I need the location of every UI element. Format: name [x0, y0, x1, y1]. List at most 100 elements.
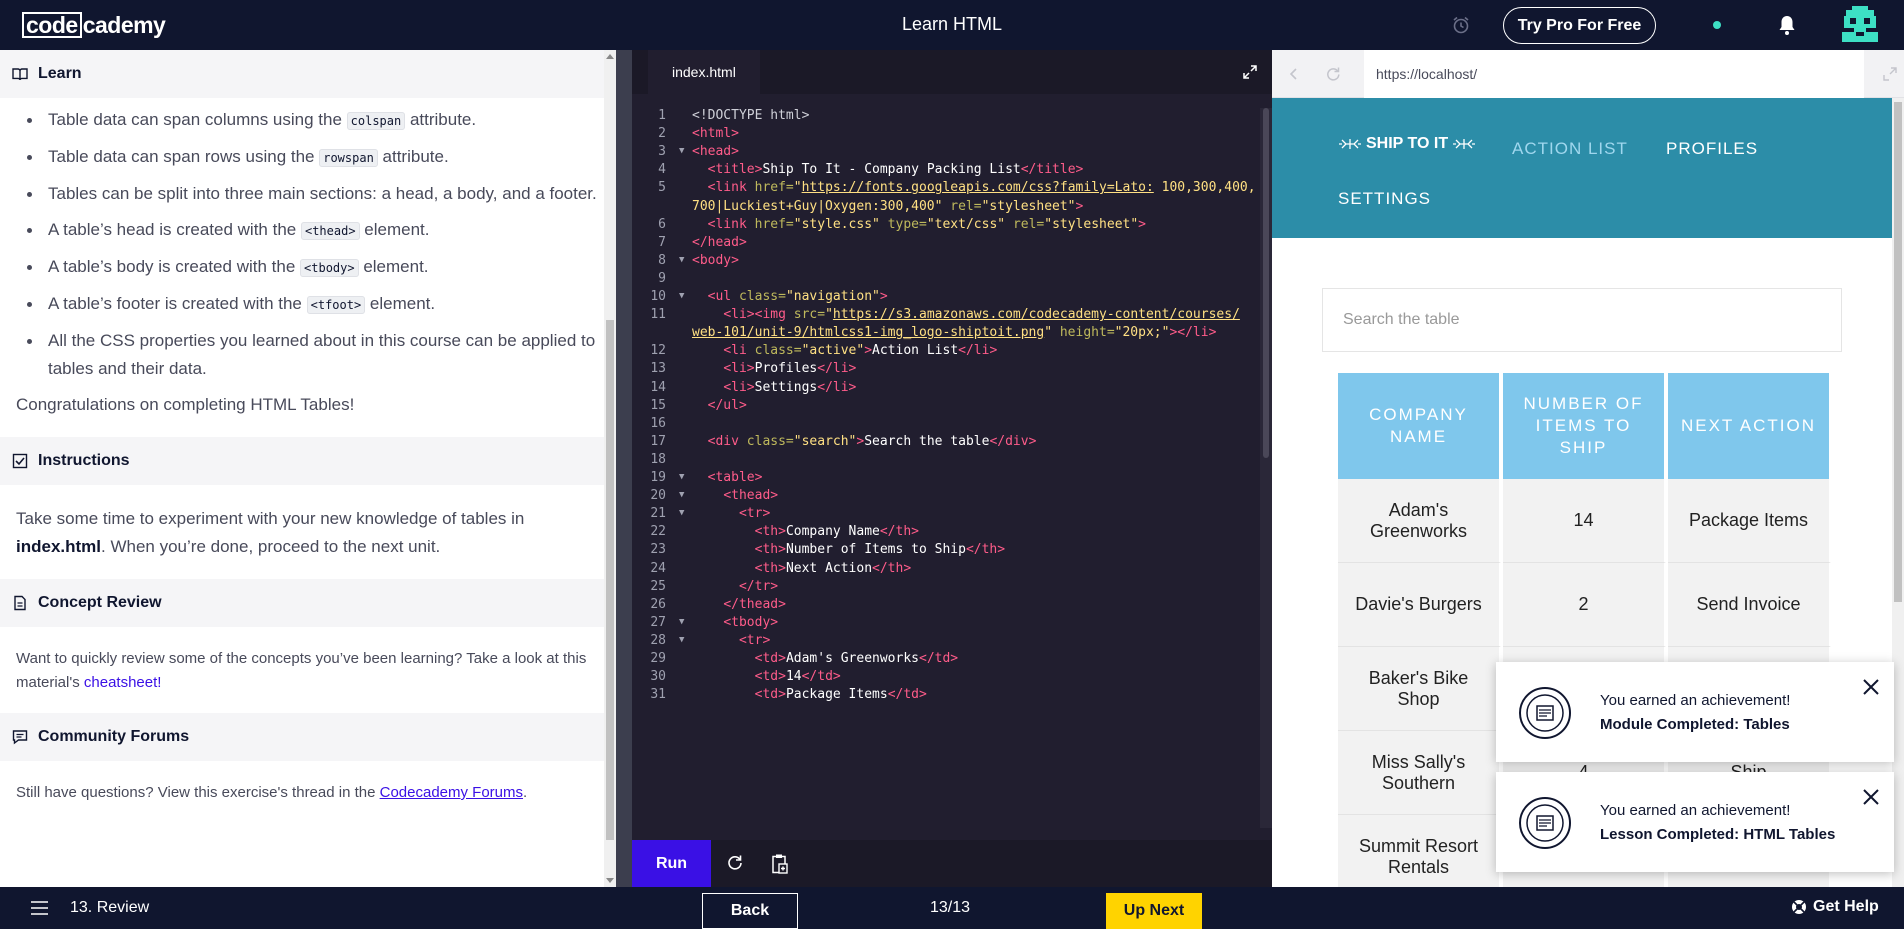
code-line[interactable]: <title>Ship To It - Company Packing List… [692, 162, 1084, 177]
popout-icon[interactable] [1882, 66, 1898, 82]
code-area[interactable]: 1 <!DOCTYPE html> 2 <html> 3 ▼ <head> 4 <title>… [632, 108, 1260, 828]
code-line[interactable]: <ul class="navigation"> [692, 289, 888, 304]
ship-to-it-logo[interactable]: SHIP TO IT [1338, 135, 1476, 153]
summary-item: A table’s head is created with the <thea… [16, 216, 600, 245]
line-number: 11 [650, 307, 666, 323]
pane-divider[interactable] [616, 50, 632, 887]
code-line[interactable]: <td>Package Items</td> [692, 687, 927, 702]
code-line[interactable]: <th>Number of Items to Ship</th> [692, 542, 1005, 557]
preview-url-bar: https://localhost/ [1272, 50, 1904, 98]
menu-icon[interactable] [31, 901, 48, 915]
fold-arrow-icon[interactable]: ▼ [679, 291, 684, 301]
achievement-toast: You earned an achievement! Lesson Comple… [1496, 772, 1894, 872]
try-pro-button[interactable]: Try Pro For Free [1503, 7, 1656, 44]
code-line[interactable]: <thead> [692, 488, 778, 503]
community-forums-section-header[interactable]: Community Forums [0, 713, 616, 761]
scroll-down-arrow[interactable] [606, 878, 614, 883]
code-line[interactable]: <li>Profiles</li> [692, 361, 856, 376]
lesson-name[interactable]: 13. Review [70, 899, 149, 917]
code-line[interactable]: <html> [692, 126, 739, 141]
clipboard-icon[interactable] [770, 853, 790, 875]
avatar[interactable] [1840, 4, 1880, 46]
fold-arrow-icon[interactable]: ▼ [679, 617, 684, 627]
expand-icon[interactable] [1242, 64, 1258, 80]
editor-tab-bar: index.html [632, 50, 1272, 94]
up-next-button[interactable]: Up Next [1106, 893, 1202, 929]
fold-arrow-icon[interactable]: ▼ [679, 635, 684, 645]
search-table-input[interactable]: Search the table [1322, 288, 1842, 352]
code-line[interactable]: <link href="https://fonts.googleapis.com… [692, 180, 1256, 195]
fold-arrow-icon[interactable]: ▼ [679, 508, 684, 518]
logo-wing-icon [1339, 139, 1361, 149]
checkbox-icon [12, 453, 28, 469]
run-button[interactable]: Run [632, 840, 711, 887]
fold-arrow-icon[interactable]: ▼ [679, 490, 684, 500]
line-number: 22 [650, 524, 666, 540]
concept-review-section-header[interactable]: Concept Review [0, 579, 616, 627]
nav-profiles[interactable]: PROFILES [1666, 139, 1758, 159]
instructions-text-post: . When you’re done, proceed to the next … [101, 537, 441, 556]
learn-scrollbar[interactable] [604, 50, 616, 887]
achievement-badge-icon [1519, 687, 1571, 739]
tab-index-html[interactable]: index.html [648, 50, 760, 94]
line-number: 1 [658, 108, 666, 123]
code-line[interactable]: web-101/unit-9/htmlcss1-img_logo-shiptoi… [692, 325, 1216, 340]
code-line[interactable]: </head> [692, 235, 747, 250]
codecademy-forums-link[interactable]: Codecademy Forums [380, 784, 523, 801]
nav-action-list[interactable]: ACTION LIST [1512, 139, 1628, 159]
code-line[interactable]: <head> [692, 144, 739, 159]
back-arrow-icon[interactable] [1286, 66, 1302, 82]
code-line[interactable]: <tr> [692, 633, 770, 648]
learn-scroll-thumb[interactable] [606, 320, 614, 840]
code-line[interactable]: <li class="active">Action List</li> [692, 343, 997, 358]
learn-panel: Learn Table data can span columns using … [0, 50, 616, 887]
cheatsheet-link[interactable]: cheatsheet! [84, 674, 162, 691]
code-line[interactable]: <tbody> [692, 615, 778, 630]
code-line[interactable]: <tr> [692, 506, 770, 521]
nav-settings[interactable]: SETTINGS [1338, 189, 1431, 209]
code-line[interactable]: <td>14</td> [692, 669, 841, 684]
preview-url[interactable]: https://localhost/ [1364, 50, 1864, 98]
fold-arrow-icon[interactable]: ▼ [679, 255, 684, 265]
summary-text: Table data can span columns using the [48, 110, 347, 129]
code-line[interactable]: <body> [692, 253, 739, 268]
alarm-icon[interactable] [1451, 15, 1471, 35]
close-icon[interactable] [1862, 788, 1880, 806]
code-line[interactable]: </thead> [692, 597, 786, 612]
scroll-up-arrow[interactable] [606, 54, 614, 59]
code-line[interactable]: <li>Settings</li> [692, 380, 856, 395]
code-line[interactable]: </tr> [692, 579, 778, 594]
line-number: 17 [650, 433, 666, 449]
code-line[interactable]: <table> [692, 470, 763, 485]
preview-scroll-thumb[interactable] [1894, 102, 1902, 602]
editor-scroll-thumb[interactable] [1263, 108, 1269, 458]
line-number: 8 [658, 252, 666, 268]
code-line[interactable]: <div class="search">Search the table</di… [692, 434, 1037, 449]
line-number: 13 [650, 361, 666, 377]
learn-section-header: Learn [0, 50, 616, 98]
codecademy-logo[interactable]: code cademy [22, 12, 166, 38]
editor-scrollbar[interactable] [1260, 108, 1272, 828]
code-line[interactable]: <li><img src="https://s3.amazonaws.com/c… [692, 307, 1240, 322]
back-button[interactable]: Back [702, 893, 798, 929]
code-line[interactable]: <!DOCTYPE html> [692, 108, 809, 123]
get-help-button[interactable]: Get Help [1791, 898, 1879, 916]
reload-icon[interactable] [1324, 65, 1342, 83]
line-number: 28 [650, 632, 666, 648]
code-line[interactable]: <th>Company Name</th> [692, 524, 919, 539]
close-icon[interactable] [1862, 678, 1880, 696]
forums-text-pre: Still have questions? View this exercise… [16, 784, 380, 801]
lesson-progress: 13/13 [930, 899, 971, 916]
code-line[interactable]: 700|Luckiest+Guy|Oxygen:300,400" rel="st… [692, 199, 1083, 214]
code-line[interactable]: </ul> [692, 398, 747, 413]
code-line[interactable]: <td>Adam's Greenworks</td> [692, 651, 959, 666]
fold-arrow-icon[interactable]: ▼ [679, 146, 684, 156]
preview-scrollbar[interactable] [1892, 98, 1904, 887]
code-line[interactable]: <link href="style.css" type="text/css" r… [692, 217, 1146, 232]
bell-icon[interactable] [1777, 14, 1797, 36]
document-icon [12, 595, 28, 611]
refresh-icon[interactable] [725, 853, 745, 873]
code-line[interactable]: <th>Next Action</th> [692, 561, 912, 576]
line-number: 21 [650, 506, 666, 522]
fold-arrow-icon[interactable]: ▼ [679, 472, 684, 482]
